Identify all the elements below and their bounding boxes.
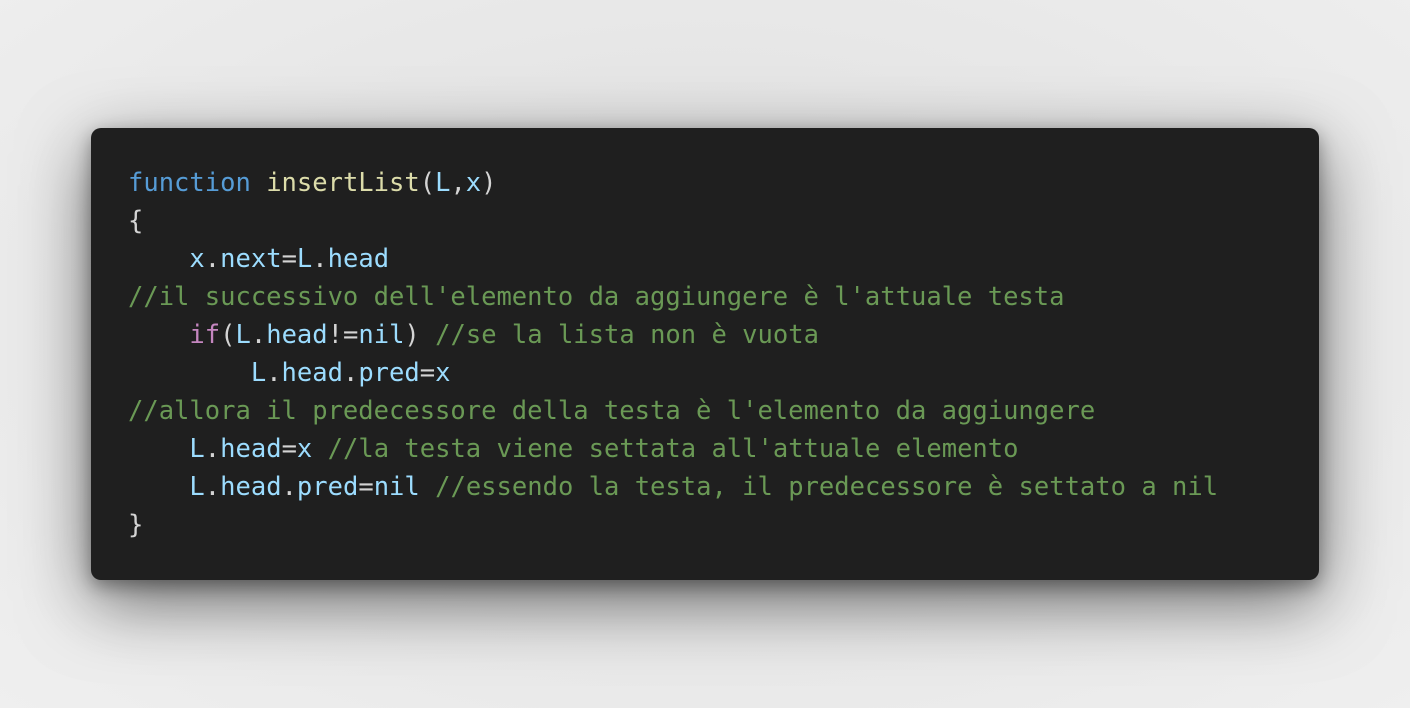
operator: =	[358, 472, 374, 502]
code-line-6: L.head.pred=x	[128, 354, 1319, 392]
punctuation: )	[404, 320, 420, 350]
open-brace: {	[128, 206, 144, 236]
code-line-3: x.next=L.head	[128, 240, 1319, 278]
punctuation: .	[266, 358, 282, 388]
code-line-2: {	[128, 202, 1319, 240]
variable: head	[327, 244, 390, 274]
variable: x	[189, 244, 205, 274]
variable: head	[220, 472, 282, 502]
variable: L	[296, 244, 313, 274]
punctuation: )	[481, 168, 497, 198]
punctuation: ,	[450, 168, 466, 198]
punctuation: (	[220, 320, 236, 350]
punctuation: .	[281, 472, 297, 502]
code-line-10: }	[128, 506, 1319, 544]
punctuation: .	[312, 244, 328, 274]
code-line-9: L.head.pred=nil //essendo la testa, il p…	[128, 468, 1319, 506]
code-line-5: if(L.head!=nil) //se la lista non è vuot…	[128, 316, 1319, 354]
variable: nil	[358, 320, 405, 350]
comment: //essendo la testa, il predecessore è se…	[435, 472, 1219, 502]
comment: //la testa viene settata all'attuale ele…	[327, 434, 1019, 464]
keyword-if: if	[189, 320, 221, 350]
variable: head	[220, 434, 282, 464]
comment: //allora il predecessore della testa è l…	[128, 396, 1096, 426]
code-snippet-window: function insertList(L,x){ x.next=L.head /…	[91, 128, 1319, 580]
code-line-4: //il successivo dell'elemento da aggiung…	[128, 278, 1319, 316]
code-line-7: //allora il predecessore della testa è l…	[128, 392, 1319, 430]
punctuation: .	[342, 358, 359, 388]
code-block: function insertList(L,x){ x.next=L.head /…	[128, 164, 1319, 544]
variable: pred	[296, 472, 359, 502]
variable: x	[296, 434, 313, 464]
parameter: L	[435, 168, 451, 198]
variable: next	[220, 244, 282, 274]
parameter: x	[465, 168, 482, 198]
punctuation: (	[419, 168, 436, 198]
comment: //il successivo dell'elemento da aggiung…	[128, 282, 1065, 312]
variable: x	[435, 358, 451, 388]
code-line-8: L.head=x //la testa viene settata all'at…	[128, 430, 1319, 468]
punctuation: .	[204, 472, 221, 502]
close-brace: }	[128, 510, 144, 540]
function-name: insertList	[266, 168, 420, 198]
variable: L	[189, 434, 205, 464]
code-line-1: function insertList(L,x)	[128, 164, 1319, 202]
variable: L	[189, 472, 205, 502]
punctuation: .	[250, 320, 267, 350]
variable: nil	[373, 472, 420, 502]
variable: L	[235, 320, 251, 350]
operator: =	[419, 358, 436, 388]
operator: !=	[327, 320, 359, 350]
variable: head	[281, 358, 343, 388]
punctuation: .	[204, 244, 221, 274]
punctuation: .	[204, 434, 221, 464]
comment: //se la lista non è vuota	[435, 320, 819, 350]
keyword-function: function	[128, 168, 251, 198]
operator: =	[281, 434, 297, 464]
variable: L	[250, 358, 267, 388]
variable: head	[266, 320, 328, 350]
operator: =	[281, 244, 297, 274]
variable: pred	[358, 358, 420, 388]
